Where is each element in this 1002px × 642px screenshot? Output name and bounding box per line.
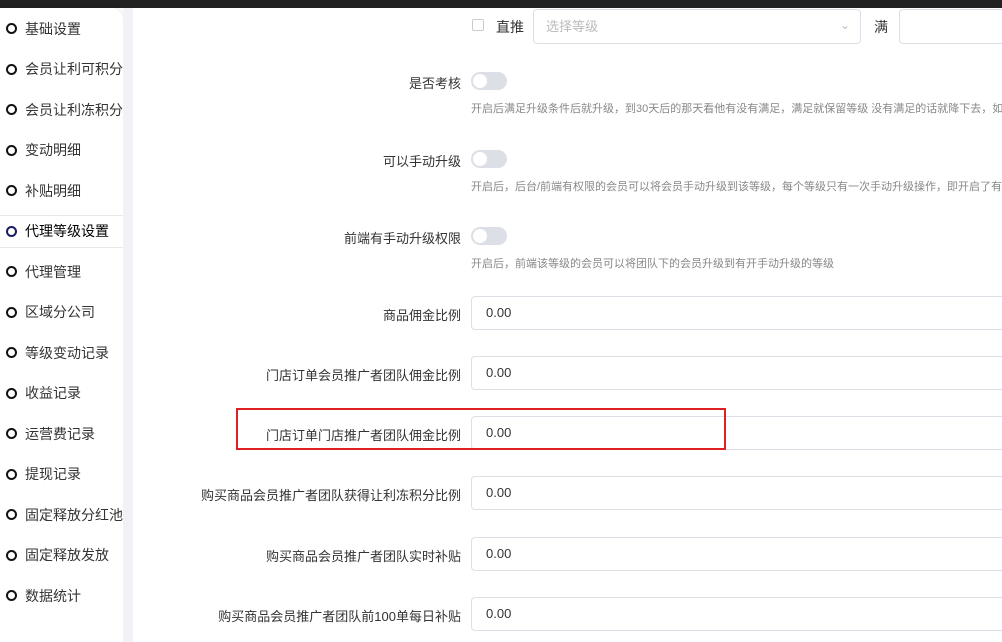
sidebar-item[interactable]: 代理管理 <box>0 255 123 288</box>
field-value: 0.00 <box>486 485 512 500</box>
chevron-down-icon: ⌄ <box>839 18 850 32</box>
field-label: 购买商品会员推广者团队获得让利冻积分比例 <box>200 488 461 503</box>
sidebar-item-label: 会员让利冻积分 <box>25 101 123 118</box>
circle-icon <box>6 144 17 156</box>
direct-push-checkbox[interactable] <box>472 19 484 31</box>
circle-icon <box>6 23 17 34</box>
top-bar <box>0 0 1002 8</box>
circle-icon <box>6 185 17 196</box>
circle-icon <box>6 468 17 480</box>
sidebar-item-label: 固定释放发放 <box>25 547 109 563</box>
toggle-switch[interactable] <box>471 227 507 245</box>
field-value: 0.00 <box>486 305 512 320</box>
sidebar-item-label: 等级变动记录 <box>25 344 109 361</box>
sidebar-item-label: 变动明细 <box>25 142 81 158</box>
circle-icon <box>6 590 17 601</box>
sidebar-item-label: 运营费记录 <box>25 425 95 442</box>
field-input[interactable]: 0.00 <box>471 296 1002 330</box>
circle-icon <box>6 549 17 561</box>
field-value: 0.00 <box>486 546 512 561</box>
circle-icon <box>6 347 17 358</box>
sidebar-item-label: 提现记录 <box>25 466 81 482</box>
field-label: 门店订单会员推广者团队佣金比例 <box>265 368 461 383</box>
sidebar-item[interactable]: 补贴明细 <box>0 174 123 207</box>
full-input[interactable] <box>899 9 1002 44</box>
sidebar-item[interactable]: 固定释放分红池 <box>0 498 123 531</box>
sidebar-item[interactable]: 会员让利冻积分 <box>0 93 123 126</box>
help-text: 开启后，前端该等级的会员可以将团队下的会员升级到有开手动升级的等级 <box>471 258 834 270</box>
toggle-label: 是否考核 <box>408 76 461 91</box>
sidebar-item[interactable]: 数据统计 <box>0 579 123 612</box>
field-value: 0.00 <box>486 606 512 621</box>
help-text: 开启后满足升级条件后就升级，到30天后的那天看他有没有满足，满足就保留等级 没有… <box>471 103 1002 115</box>
full-label: 满 <box>874 19 888 35</box>
sidebar-item-label: 收益记录 <box>25 385 81 401</box>
sidebar-item[interactable]: 会员让利可积分 <box>0 53 123 86</box>
circle-icon <box>6 387 17 399</box>
field-value: 0.00 <box>486 365 512 380</box>
circle-icon <box>6 104 17 115</box>
direct-push-label: 直推 <box>496 19 524 35</box>
sidebar-item[interactable]: 基础设置 <box>0 12 123 45</box>
level-select[interactable]: 选择等级 ⌄ <box>533 9 861 44</box>
field-label: 购买商品会员推广者团队实时补贴 <box>265 549 461 564</box>
sidebar-item-label: 基础设置 <box>25 20 81 37</box>
sidebar-item-label: 会员让利可积分 <box>25 61 123 77</box>
sidebar-item-label: 代理等级设置 <box>25 223 109 239</box>
circle-icon <box>6 225 17 237</box>
help-text: 开启后，后台/前端有权限的会员可以将会员手动升级到该等级，每个等级只有一次手动升… <box>471 181 1002 193</box>
circle-icon <box>6 306 17 318</box>
circle-icon <box>6 266 17 277</box>
field-label: 商品佣金比例 <box>382 308 461 323</box>
sidebar-item[interactable]: 提现记录 <box>0 458 123 491</box>
sidebar-item-label: 数据统计 <box>25 587 81 604</box>
level-select-placeholder: 选择等级 <box>546 19 599 34</box>
field-input[interactable]: 0.00 <box>471 356 1002 390</box>
toggle-label: 可以手动升级 <box>382 154 461 169</box>
field-input[interactable]: 0.00 <box>471 537 1002 571</box>
sidebar-item[interactable]: 变动明细 <box>0 134 123 167</box>
toggle-label: 前端有手动升级权限 <box>343 231 461 246</box>
sidebar-item[interactable]: 收益记录 <box>0 377 123 410</box>
highlight-box <box>236 408 726 450</box>
sidebar-item-label: 固定释放分红池 <box>25 506 123 523</box>
sidebar-item[interactable]: 区域分公司 <box>0 296 123 329</box>
sidebar-item[interactable]: 固定释放发放 <box>0 539 123 572</box>
toggle-switch[interactable] <box>471 72 507 90</box>
gutter <box>123 8 133 642</box>
field-label: 购买商品会员推广者团队前100单每日补贴 <box>218 609 461 624</box>
sidebar-item-label: 代理管理 <box>25 263 81 280</box>
circle-icon <box>6 428 17 439</box>
sidebar-item-label: 补贴明细 <box>25 182 81 199</box>
sidebar-item-label: 区域分公司 <box>25 304 95 320</box>
sidebar-item[interactable]: 等级变动记录 <box>0 336 123 369</box>
sidebar: 基础设置会员让利可积分 会员让利冻积分 变动明细补贴明细代理等级设置 代理管理区域分公… <box>0 8 123 642</box>
field-input[interactable]: 0.00 <box>471 476 1002 510</box>
sidebar-item[interactable]: 代理等级设置 <box>0 214 123 248</box>
field-input[interactable]: 0.00 <box>471 597 1002 631</box>
sidebar-item[interactable]: 运营费记录 <box>0 417 123 450</box>
circle-icon <box>6 63 17 75</box>
circle-icon <box>6 509 17 520</box>
toggle-switch[interactable] <box>471 150 507 168</box>
